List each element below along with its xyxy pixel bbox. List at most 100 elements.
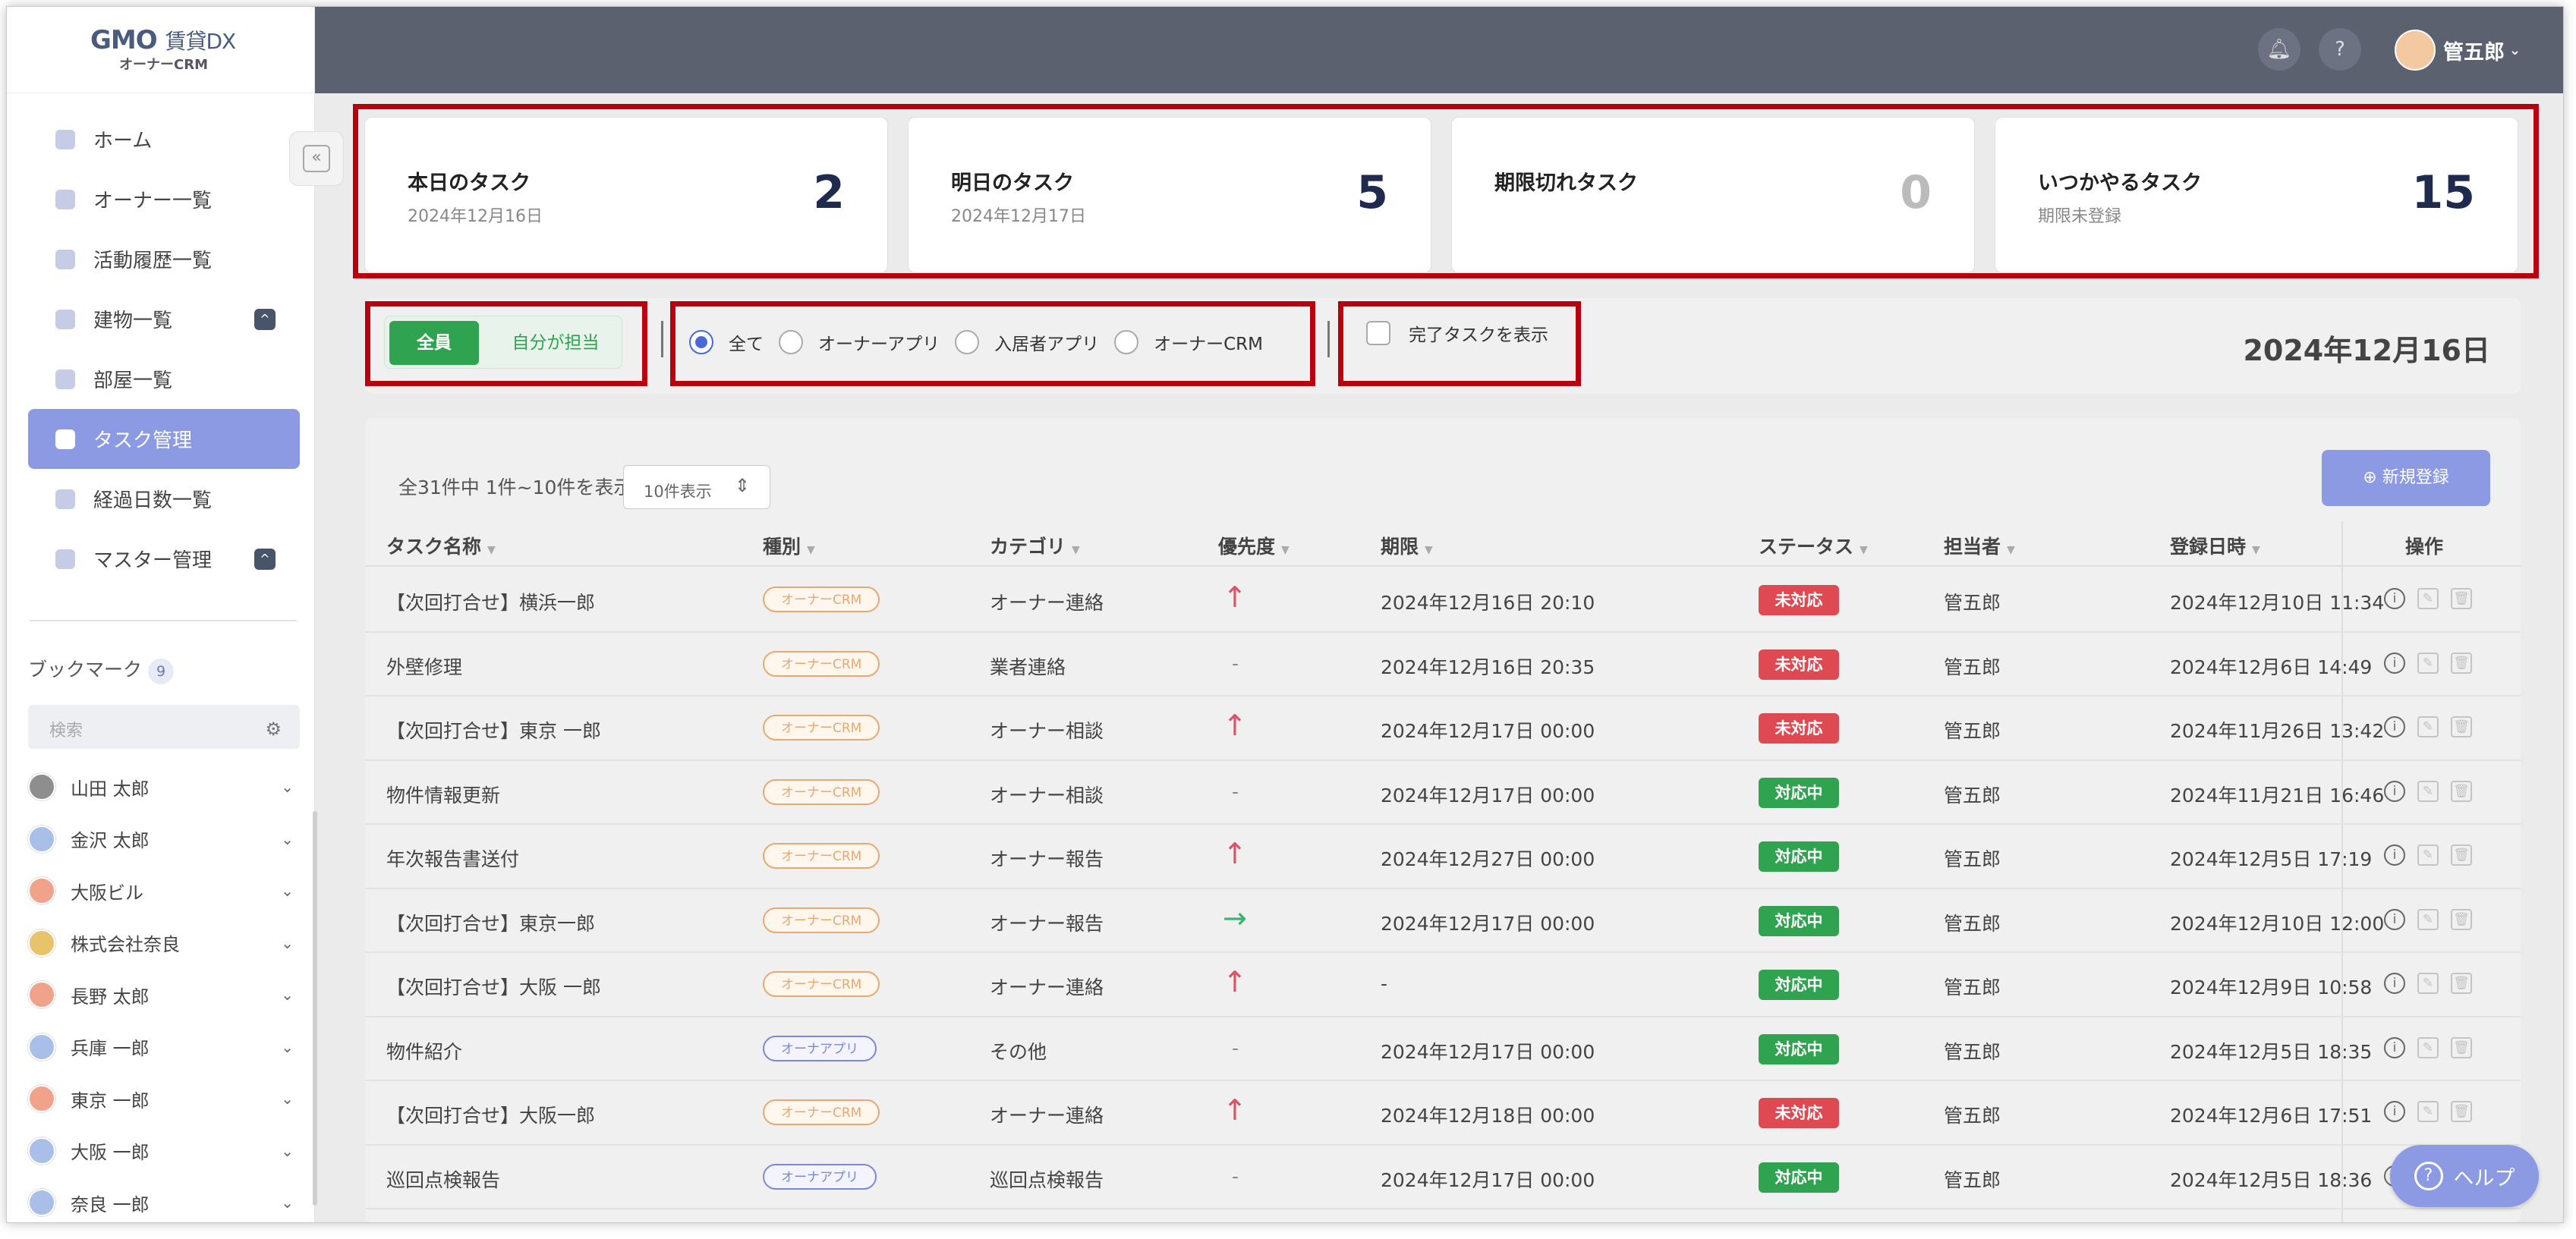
- info-icon[interactable]: i: [2384, 1036, 2405, 1058]
- sort-icon[interactable]: ▼: [1425, 544, 1433, 556]
- show-done-checkbox[interactable]: 完了タスクを表示: [1366, 320, 1548, 346]
- column-header[interactable]: 種別 ▼: [763, 532, 815, 559]
- table-row[interactable]: 巡回点検報告 オーナアプリ 巡回点検報告 - 2024年12月17日 00:00 対応中 管…: [365, 1146, 2521, 1209]
- edit-icon[interactable]: ✎: [2417, 1101, 2439, 1122]
- bookmark-item[interactable]: 株式会社奈良 ⌄: [28, 917, 300, 970]
- chevron-down-icon[interactable]: ⌄: [281, 778, 294, 796]
- bookmark-item[interactable]: 金沢 太郎 ⌄: [28, 813, 300, 866]
- table-row[interactable]: 【次回打合せ】大阪 一郎 オーナーCRM オーナー連絡 ↑ - 対応中 管五郎 2024年12…: [365, 953, 2521, 1017]
- trash-icon[interactable]: 🗑︎: [2451, 588, 2472, 609]
- radio-circle[interactable]: [779, 330, 803, 354]
- task-name[interactable]: 【次回打合せ】大阪一郎: [386, 1101, 595, 1128]
- chevron-down-icon[interactable]: ⌄: [281, 1142, 294, 1160]
- info-icon[interactable]: i: [2384, 844, 2405, 866]
- trash-icon[interactable]: 🗑︎: [2451, 780, 2472, 802]
- bookmark-item[interactable]: 山田 太郎 ⌄: [28, 761, 300, 813]
- trash-icon[interactable]: 🗑︎: [2451, 844, 2472, 866]
- bookmark-search-input[interactable]: 検索 ⚙: [28, 705, 300, 749]
- edit-icon[interactable]: ✎: [2417, 1036, 2439, 1058]
- summary-card-today[interactable]: 本日のタスク 2024年12月16日 2: [364, 117, 888, 273]
- info-icon[interactable]: i: [2384, 973, 2405, 994]
- table-row[interactable]: 年次報告書送付 オーナーCRM オーナー報告 ↑ 2024年12月27日 00:00 対応…: [365, 825, 2521, 889]
- chevron-down-icon[interactable]: ⌄: [281, 934, 294, 952]
- sort-icon[interactable]: ▼: [487, 544, 496, 556]
- summary-card-tomorrow[interactable]: 明日のタスク 2024年12月17日 5: [908, 117, 1431, 273]
- sidebar-scrollbar[interactable]: [313, 811, 317, 1206]
- assignee-all-button[interactable]: 全員: [389, 321, 479, 365]
- chevron-down-icon[interactable]: ⌄: [281, 986, 294, 1004]
- sidebar-item-2[interactable]: 活動履歴一覧: [28, 229, 300, 289]
- source-radio[interactable]: オーナーCRM: [1114, 329, 1263, 355]
- source-radio[interactable]: 全て: [689, 329, 764, 355]
- info-icon[interactable]: i: [2384, 652, 2405, 674]
- trash-icon[interactable]: 🗑︎: [2451, 1101, 2472, 1122]
- sidebar-item-7[interactable]: マスター管理 ^: [28, 529, 300, 589]
- per-page-select[interactable]: 10件表示 ⇕: [623, 465, 770, 509]
- help-button[interactable]: ? ヘルプ: [2390, 1145, 2539, 1207]
- sort-icon[interactable]: ▼: [2007, 544, 2015, 556]
- task-name[interactable]: 【次回打合せ】横浜一郎: [386, 588, 595, 615]
- column-header[interactable]: ステータス ▼: [1759, 532, 1868, 559]
- bookmark-item[interactable]: 長野 太郎 ⌄: [28, 969, 300, 1021]
- table-row[interactable]: 【次回打合せ】東京 一郎 オーナーCRM オーナー相談 ↑ 2024年12月17日 00…: [365, 697, 2521, 761]
- help-circle-icon[interactable]: ?: [2319, 28, 2361, 71]
- edit-icon[interactable]: ✎: [2417, 844, 2439, 866]
- edit-icon[interactable]: ✎: [2417, 716, 2439, 737]
- sidebar-item-6[interactable]: 経過日数一覧: [28, 469, 300, 529]
- table-row[interactable]: 物件紹介 オーナアプリ その他 - 2024年12月17日 00:00 対応中 管五郎 202…: [365, 1017, 2521, 1081]
- column-header[interactable]: カテゴリ ▼: [990, 532, 1080, 559]
- info-icon[interactable]: i: [2384, 780, 2405, 802]
- info-icon[interactable]: i: [2384, 1101, 2405, 1122]
- bookmark-item[interactable]: 奈良 一郎 ⌄: [28, 1177, 300, 1222]
- task-name[interactable]: 【次回打合せ】大阪 一郎: [386, 973, 601, 1000]
- sort-icon[interactable]: ▼: [1072, 544, 1080, 556]
- column-header[interactable]: 登録日時 ▼: [2170, 532, 2260, 559]
- info-icon[interactable]: i: [2384, 588, 2405, 609]
- bookmark-item[interactable]: 東京 一郎 ⌄: [28, 1073, 300, 1125]
- sidebar-item-5[interactable]: タスク管理: [28, 409, 300, 469]
- table-row[interactable]: 外壁修理 オーナーCRM 業者連絡 - 2024年12月16日 20:35 未対応 管五郎 2…: [365, 633, 2521, 697]
- edit-icon[interactable]: ✎: [2417, 973, 2439, 994]
- sidebar-collapse-button[interactable]: «: [289, 131, 344, 186]
- column-header[interactable]: 担当者 ▼: [1944, 532, 2015, 559]
- table-row[interactable]: 物件情報更新 オーナーCRM オーナー相談 - 2024年12月17日 00:00 対応中…: [365, 761, 2521, 825]
- bookmark-item[interactable]: 大阪ビル ⌄: [28, 865, 300, 917]
- source-radio[interactable]: 入居者アプリ: [955, 329, 1099, 355]
- column-header[interactable]: 操作: [2405, 532, 2443, 559]
- chevron-down-icon[interactable]: ⌄: [281, 1090, 294, 1108]
- task-name[interactable]: 巡回点検報告: [386, 1165, 500, 1193]
- filter-icon[interactable]: ⚙: [265, 719, 282, 740]
- table-row[interactable]: 【次回打合せ】横浜一郎 オーナーCRM オーナー連絡 ↑ 2024年12月16日 20:…: [365, 568, 2521, 633]
- new-task-button[interactable]: ⊕ 新規登録: [2322, 450, 2490, 506]
- trash-icon[interactable]: 🗑︎: [2451, 652, 2472, 674]
- sort-icon[interactable]: ▼: [1860, 544, 1868, 556]
- edit-icon[interactable]: ✎: [2417, 652, 2439, 674]
- checkbox-box[interactable]: [1366, 321, 1390, 345]
- task-name[interactable]: 外壁修理: [386, 653, 462, 680]
- assignee-mine-button[interactable]: 自分が担当: [499, 321, 613, 365]
- summary-card-overdue[interactable]: 期限切れタスク 0: [1451, 117, 1975, 273]
- sidebar-item-1[interactable]: オーナー一覧: [28, 169, 300, 229]
- chevron-up-icon[interactable]: ^: [254, 308, 276, 330]
- radio-circle[interactable]: [955, 330, 980, 354]
- table-row[interactable]: 【次回打合せ】東京一郎 オーナーCRM オーナー報告 → 2024年12月17日 00:…: [365, 889, 2521, 953]
- trash-icon[interactable]: 🗑︎: [2451, 716, 2472, 737]
- column-header[interactable]: 優先度 ▼: [1218, 532, 1290, 559]
- task-name[interactable]: 【次回打合せ】東京一郎: [386, 909, 595, 936]
- summary-card-someday[interactable]: いつかやるタスク 期限未登録 15: [1995, 117, 2518, 273]
- bookmark-item[interactable]: 大阪 一郎 ⌄: [28, 1125, 300, 1178]
- task-name[interactable]: 年次報告書送付: [386, 844, 519, 872]
- info-icon[interactable]: i: [2384, 908, 2405, 930]
- radio-circle[interactable]: [1114, 330, 1139, 354]
- column-header[interactable]: 期限 ▼: [1381, 532, 1433, 559]
- chevron-down-icon[interactable]: ⌄: [281, 830, 294, 848]
- edit-icon[interactable]: ✎: [2417, 588, 2439, 609]
- sidebar-item-0[interactable]: ホーム: [28, 109, 300, 169]
- sort-icon[interactable]: ▼: [2252, 544, 2260, 556]
- sort-icon[interactable]: ▼: [807, 544, 815, 556]
- trash-icon[interactable]: 🗑︎: [2451, 908, 2472, 930]
- chevron-down-icon[interactable]: ⌄: [281, 1038, 294, 1056]
- sort-icon[interactable]: ▼: [1281, 544, 1290, 556]
- task-name[interactable]: 【次回打合せ】東京 一郎: [386, 716, 601, 744]
- chevron-up-icon[interactable]: ^: [254, 548, 276, 570]
